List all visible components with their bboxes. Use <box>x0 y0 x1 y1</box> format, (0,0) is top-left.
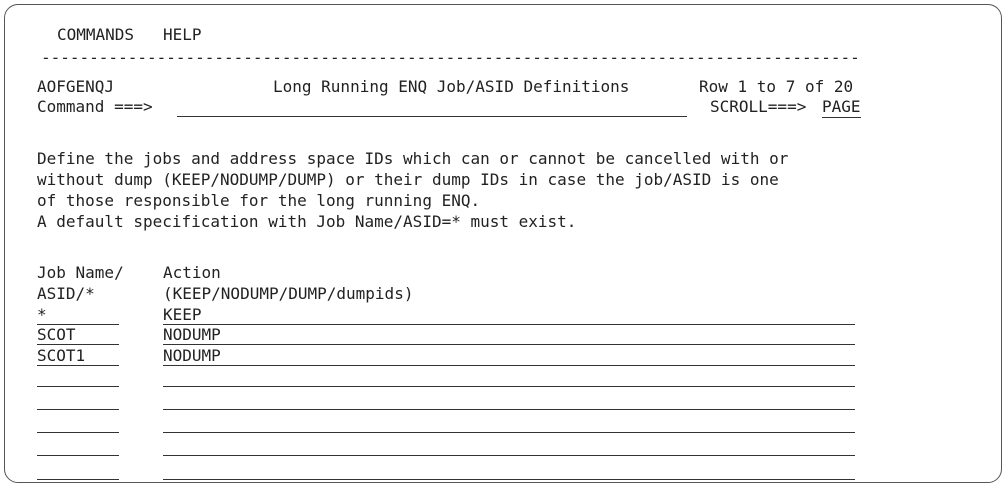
description-line: without dump (KEEP/NODUMP/DUMP) or their… <box>37 170 779 189</box>
action-field[interactable] <box>163 390 855 410</box>
menu-help[interactable]: HELP <box>163 25 202 45</box>
action-column-header: (KEEP/NODUMP/DUMP/dumpids) <box>163 284 414 303</box>
description-line: of those responsible for the long runnin… <box>37 191 481 210</box>
terminal-panel: COMMANDS HELP --------------------------… <box>4 4 1002 483</box>
action-field[interactable]: KEEP <box>163 305 855 325</box>
scroll-input[interactable]: PAGE <box>822 97 861 118</box>
header-divider: ----------------------------------------… <box>41 53 859 63</box>
action-field[interactable] <box>163 413 855 433</box>
action-field[interactable] <box>163 436 855 456</box>
command-label: Command ===> <box>37 97 153 116</box>
menu-commands[interactable]: COMMANDS <box>57 25 134 45</box>
job-name-field-underline[interactable] <box>37 479 119 480</box>
command-input[interactable] <box>177 97 687 117</box>
panel-title: Long Running ENQ Job/ASID Definitions <box>273 77 630 96</box>
action-field[interactable]: NODUMP <box>163 346 855 366</box>
job-name-field[interactable]: SCOT1 <box>37 346 119 366</box>
job-name-field[interactable]: SCOT <box>37 325 119 345</box>
action-field[interactable] <box>163 367 855 387</box>
panel-id: AOFGENQJ <box>37 77 115 96</box>
job-name-field[interactable] <box>37 367 119 387</box>
scroll-label: SCROLL===> <box>710 97 807 116</box>
job-column-header: ASID/* <box>37 284 95 303</box>
job-name-field[interactable] <box>37 413 119 433</box>
job-column-header: Job Name/ <box>37 263 124 282</box>
job-name-field[interactable] <box>37 436 119 456</box>
row-info: Row 1 to 7 of 20 <box>699 77 854 96</box>
description-line: A default specification with Job Name/AS… <box>37 212 577 231</box>
job-name-field[interactable] <box>37 390 119 410</box>
action-field-underline[interactable] <box>163 479 855 480</box>
action-column-header: Action <box>163 263 221 282</box>
description-line: Define the jobs and address space IDs wh… <box>37 149 789 168</box>
action-field[interactable]: NODUMP <box>163 325 855 345</box>
job-name-field[interactable]: * <box>37 305 119 325</box>
